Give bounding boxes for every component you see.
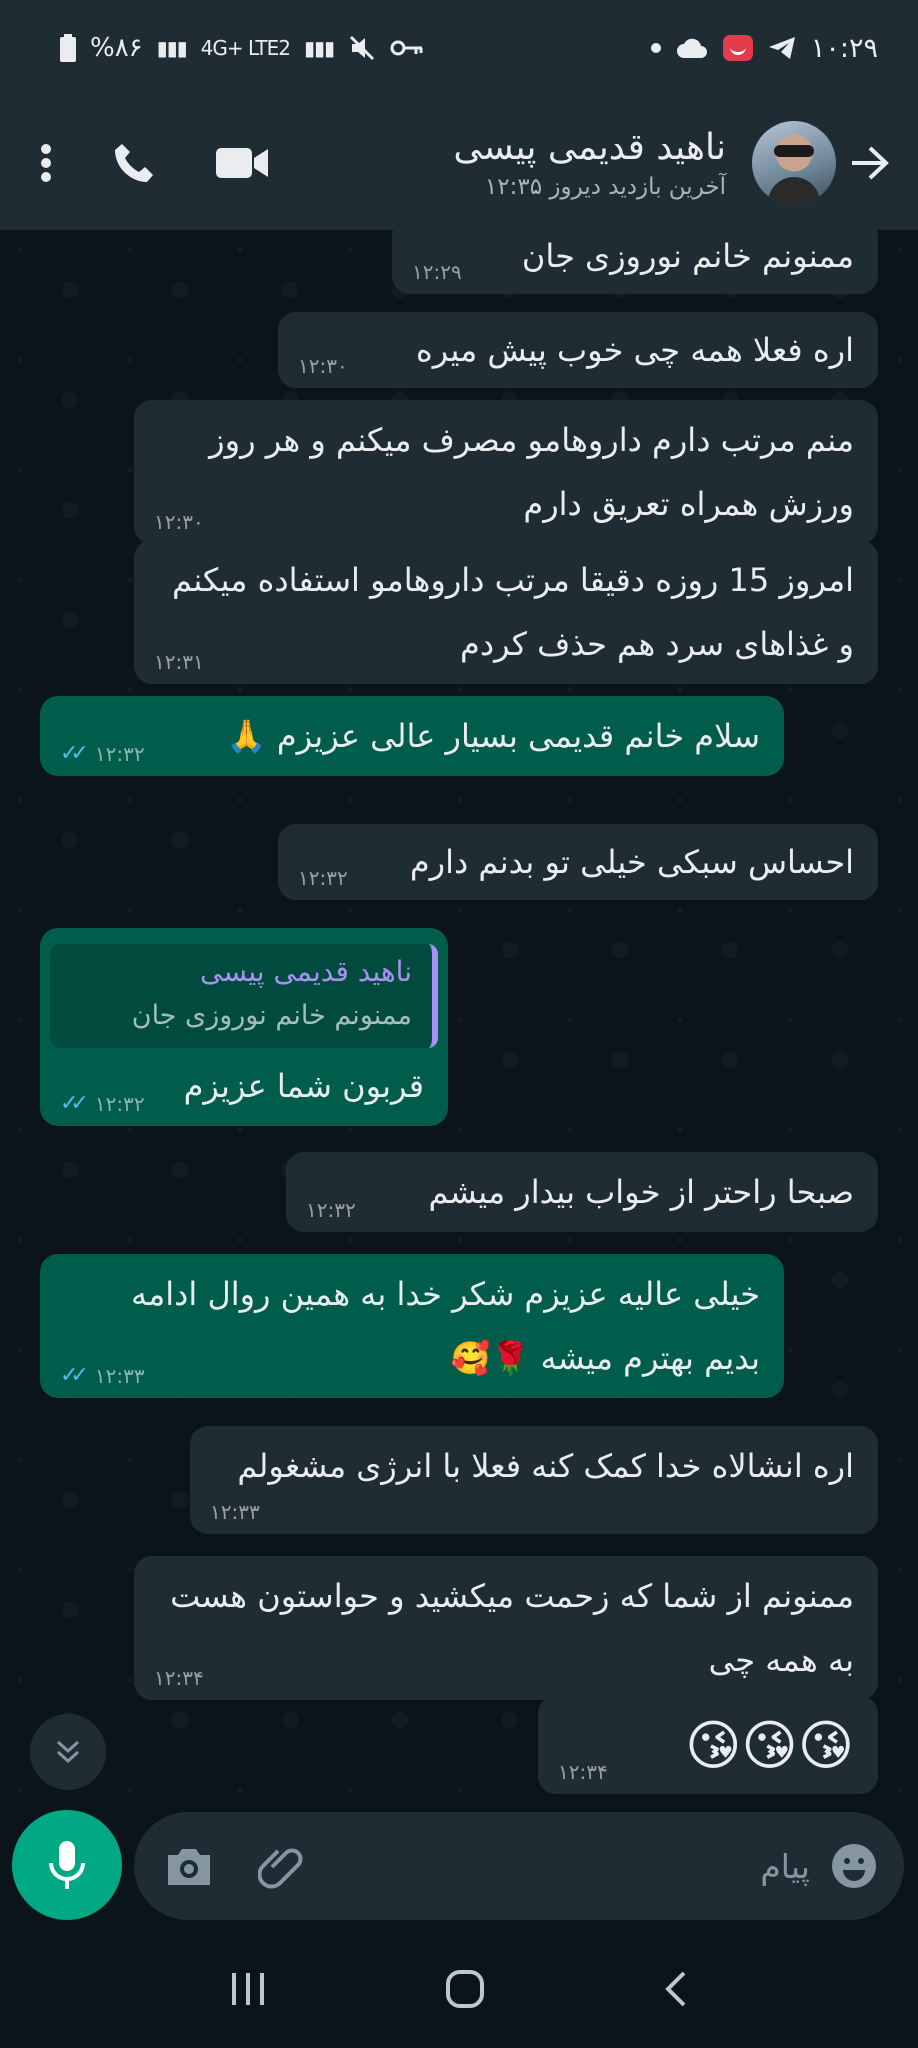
message-time: ۱۲:۳۴ — [154, 1666, 204, 1690]
message-text: امروز 15 روزه دقیقا مرتب داروهامو استفاد… — [172, 561, 854, 663]
message-time: ۱۲:۳۳ — [210, 1500, 260, 1524]
message-bubble-incoming[interactable]: اره انشالاه خدا کمک کنه فعلا با انرژی مش… — [190, 1426, 878, 1534]
message-text: صبحا راحتر از خواب بیدار میشم — [428, 1173, 854, 1211]
status-right: ۱۰:۲۹ — [650, 32, 878, 64]
message-time: ۱۲:۳۲ — [306, 1198, 356, 1222]
notification-dot-icon — [650, 43, 661, 53]
message-bubble-incoming[interactable]: ممنونم از شما که زحمت میکشید و حواستون ه… — [134, 1556, 878, 1700]
quoted-author: ناهید قدیمی پیسی — [200, 955, 412, 988]
more-options-icon[interactable] — [40, 143, 52, 183]
message-text: ممنونم از شما که زحمت میکشید و حواستون ه… — [170, 1577, 854, 1679]
home-icon[interactable] — [445, 1969, 485, 2009]
emoji-icon[interactable] — [830, 1842, 878, 1890]
last-seen: آخرین بازدید دیروز ۱۲:۳۵ — [484, 173, 726, 200]
message-bubble-incoming[interactable]: احساس سبکی خیلی تو بدنم دارم ۱۲:۳۲ — [278, 824, 878, 900]
message-bubble-outgoing[interactable]: سلام خانم قدیمی بسیار عالی عزیزم 🙏 ✓✓ ۱۲:… — [40, 696, 784, 776]
attachment-icon[interactable] — [258, 1841, 308, 1891]
system-navigation-bar — [0, 1930, 918, 2048]
message-time: ✓✓ ۱۲:۳۲ — [60, 1091, 145, 1116]
message-bubble-outgoing[interactable]: خیلی عالیه عزیزم شکر خدا به همین روال اد… — [40, 1254, 784, 1398]
mute-icon — [349, 35, 375, 61]
message-time: ۱۲:۳۰ — [298, 354, 348, 378]
recent-apps-icon[interactable] — [228, 1971, 268, 2007]
message-text: منم مرتب دارم داروهامو مصرف میکنم و هر ر… — [209, 421, 854, 523]
chat-header: ناهید قدیمی پیسی آخرین بازدید دیروز ۱۲:۳… — [0, 96, 918, 230]
battery-icon — [60, 34, 76, 62]
message-bubble-incoming[interactable]: اره فعلا همه چی خوب پیش میره ۱۲:۳۰ — [278, 312, 878, 388]
read-ticks-icon: ✓✓ — [60, 741, 89, 766]
read-ticks-icon: ✓✓ — [60, 1091, 89, 1116]
back-arrow-icon — [852, 146, 889, 180]
avatar[interactable] — [752, 121, 836, 205]
message-text: ممنونم خانم نوروزی جان — [521, 237, 854, 275]
telegram-icon — [768, 37, 795, 59]
message-time: ۱۲:۲۹ — [412, 260, 462, 284]
back-nav-icon[interactable] — [662, 1969, 690, 2009]
app-notification-icon — [722, 35, 753, 61]
message-time: ✓✓ ۱۲:۳۲ — [60, 741, 145, 766]
status-left: %۸۶ ▮▮▮ 4G+ LTE2 ▮▮▮ — [60, 33, 424, 63]
microphone-icon — [49, 1841, 85, 1889]
back-button[interactable] — [842, 145, 898, 181]
message-bubble-incoming[interactable]: 😘😘😘 ۱۲:۳۴ — [538, 1696, 878, 1794]
scroll-to-bottom-button[interactable] — [30, 1714, 106, 1790]
video-call-icon[interactable] — [216, 146, 268, 180]
message-bubble-incoming[interactable]: امروز 15 روزه دقیقا مرتب داروهامو استفاد… — [134, 540, 878, 684]
quoted-message[interactable]: ناهید قدیمی پیسی ممنونم خانم نوروزی جان — [50, 944, 438, 1048]
voice-record-button[interactable] — [12, 1810, 122, 1920]
camera-icon[interactable] — [164, 1845, 214, 1887]
message-time: ۱۲:۳۱ — [154, 650, 204, 674]
message-text: سلام خانم قدیمی بسیار عالی عزیزم 🙏 — [226, 717, 760, 755]
chat-area[interactable]: ممنونم خانم نوروزی جان ۱۲:۲۹ اره فعلا هم… — [0, 230, 918, 1806]
clock: ۱۰:۲۹ — [810, 32, 878, 64]
message-bubble-outgoing[interactable]: ناهید قدیمی پیسی ممنونم خانم نوروزی جان … — [40, 928, 448, 1126]
message-time: ۱۲:۳۰ — [154, 510, 204, 534]
composer-actions — [164, 1841, 308, 1891]
signal-icon: ▮▮▮ — [156, 36, 188, 60]
network-label: 4G+ LTE2 — [200, 36, 291, 60]
message-bubble-incoming[interactable]: منم مرتب دارم داروهامو مصرف میکنم و هر ر… — [134, 400, 878, 544]
message-text: خیلی عالیه عزیزم شکر خدا به همین روال اد… — [130, 1275, 760, 1377]
key-icon — [390, 40, 423, 56]
voice-call-icon[interactable] — [112, 141, 156, 185]
message-composer[interactable]: پیام — [134, 1812, 904, 1920]
double-chevron-down-icon — [56, 1740, 80, 1764]
status-bar: %۸۶ ▮▮▮ 4G+ LTE2 ▮▮▮ ۱۰:۲۹ — [0, 0, 918, 96]
quoted-text: ممنونم خانم نوروزی جان — [131, 1000, 412, 1031]
message-time: ۱۲:۳۲ — [298, 866, 348, 890]
message-time: ۱۲:۳۴ — [558, 1760, 608, 1784]
message-text: احساس سبکی خیلی تو بدنم دارم — [409, 843, 854, 881]
cloud-icon — [676, 38, 707, 58]
message-time: ✓✓ ۱۲:۳۳ — [60, 1363, 145, 1388]
message-text: اره انشالاه خدا کمک کنه فعلا با انرژی مش… — [237, 1447, 854, 1485]
message-input[interactable]: پیام — [308, 1847, 830, 1886]
message-bubble-incoming[interactable]: صبحا راحتر از خواب بیدار میشم ۱۲:۳۲ — [286, 1152, 878, 1232]
message-text: اره فعلا همه چی خوب پیش میره — [416, 331, 854, 369]
signal-2-icon: ▮▮▮ — [303, 36, 335, 60]
contact-name: ناهید قدیمی پیسی — [453, 126, 726, 168]
message-bubble-incoming[interactable]: ممنونم خانم نوروزی جان ۱۲:۲۹ — [392, 230, 878, 294]
contact-info[interactable]: ناهید قدیمی پیسی آخرین بازدید دیروز ۱۲:۳… — [268, 127, 752, 200]
header-actions — [20, 141, 268, 185]
battery-percent: %۸۶ — [90, 33, 143, 63]
read-ticks-icon: ✓✓ — [60, 1363, 89, 1388]
